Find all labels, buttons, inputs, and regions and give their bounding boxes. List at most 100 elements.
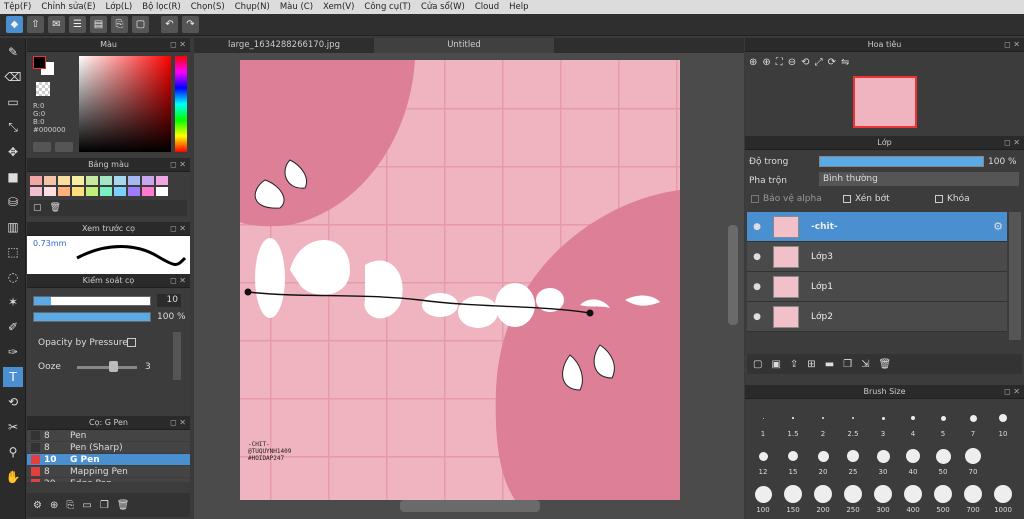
brush-size-cell[interactable]: 20 [809, 444, 837, 476]
new-palette-icon[interactable]: ▢ [33, 203, 42, 213]
eyedropper-icon[interactable]: ⚲ [3, 442, 23, 462]
navigator-thumbnail[interactable] [853, 76, 917, 128]
lock-checkbox[interactable] [935, 195, 943, 203]
add-layer-menu-icon[interactable]: ⊞ [807, 359, 815, 370]
blend-mode-select[interactable]: Bình thường [819, 172, 1019, 186]
palette-swatch[interactable] [114, 187, 126, 196]
fit-icon[interactable]: ⛶ [776, 57, 783, 68]
select-pen-icon[interactable]: ✐ [3, 317, 23, 337]
chat-icon[interactable]: ☰ [69, 16, 86, 33]
navigator-view[interactable] [745, 72, 1024, 136]
palette-swatch[interactable] [72, 176, 84, 185]
comment-icon[interactable]: ✉ [48, 16, 65, 33]
pen-tool-icon[interactable]: ✎ [3, 42, 23, 62]
palette-swatch[interactable] [86, 187, 98, 196]
clip-checkbox[interactable] [843, 195, 851, 203]
pick-color-button[interactable] [55, 142, 73, 152]
brush-size-cell[interactable]: 500 [929, 482, 957, 514]
palette-swatch[interactable] [156, 176, 168, 185]
brush-size-cell[interactable]: 2 [809, 406, 837, 438]
layer-folder-icon[interactable]: ▬ [825, 359, 834, 370]
layer-row[interactable]: ● -chit- ⚙ [747, 212, 1007, 242]
bucket-tool-icon[interactable]: ⛁ [3, 192, 23, 212]
artboard[interactable]: -CHIT- @TUQUYNH1409 #HOIDAP247 [240, 60, 680, 500]
zoom-out-icon[interactable]: ⊖ [788, 57, 796, 68]
palette-swatch[interactable] [58, 176, 70, 185]
reset-view-icon[interactable]: ⤢ [815, 57, 823, 68]
brush-size-cell[interactable]: 70 [959, 444, 987, 476]
brush-size-cell[interactable]: 200 [809, 482, 837, 514]
brush-size-cell[interactable]: 40 [899, 444, 927, 476]
add-brush-icon[interactable]: ⊕ [50, 500, 58, 511]
brush-size-cell[interactable]: 300 [869, 482, 897, 514]
palette-swatch[interactable] [30, 187, 42, 196]
brush-size-cell[interactable]: 3 [869, 406, 897, 438]
menu-item[interactable]: Lớp(L) [106, 2, 133, 12]
opacity-pressure-checkbox[interactable] [127, 338, 136, 347]
rotate-left-icon[interactable]: ⟲ [801, 57, 809, 68]
menu-item[interactable]: Help [509, 2, 528, 12]
lasso-draw-tool-icon[interactable]: ⤡ [3, 117, 23, 137]
magic-wand-icon[interactable]: ✶ [3, 292, 23, 312]
menu-item[interactable]: Công cụ(T) [364, 2, 411, 12]
menu-item[interactable]: Cloud [475, 2, 499, 12]
size-slider[interactable] [33, 296, 151, 306]
menu-item[interactable]: Chỉnh sửa(E) [41, 2, 95, 12]
hue-slider[interactable] [175, 56, 187, 152]
protect-alpha-checkbox[interactable] [751, 195, 759, 203]
menu-item[interactable]: Xem(V) [323, 2, 354, 12]
brush-size-cell[interactable]: 150 [779, 482, 807, 514]
brush-size-cell[interactable]: 5 [929, 406, 957, 438]
visibility-icon[interactable]: ● [747, 252, 767, 262]
menu-item[interactable]: Chọn(S) [191, 2, 225, 12]
zoom-in-icon[interactable]: ⊕ [749, 57, 757, 68]
saturation-box[interactable] [79, 56, 171, 152]
zoom-in-2-icon[interactable]: ⊕ [762, 57, 770, 68]
tab-untitled[interactable]: Untitled [374, 38, 554, 53]
brush-size-cell[interactable]: 1 [749, 406, 777, 438]
brush-list-item[interactable]: 8 Pen (Sharp) [27, 442, 190, 453]
undo-icon[interactable]: ↶ [161, 16, 178, 33]
menu-item[interactable]: Bộ lọc(R) [142, 2, 181, 12]
brush-list-item[interactable]: 20Edge Pen [27, 478, 190, 482]
palette-swatch[interactable] [44, 187, 56, 196]
brush-size-cell[interactable]: 7 [959, 406, 987, 438]
palette-swatch[interactable] [86, 176, 98, 185]
palette-swatch[interactable] [142, 187, 154, 196]
brush-size-cell[interactable]: 12 [749, 444, 777, 476]
delete-palette-icon[interactable]: 🗑 [50, 203, 61, 213]
layer-scrollbar[interactable] [1009, 212, 1021, 340]
gradient-tool-icon[interactable]: ▥ [3, 217, 23, 237]
brush-size-cell[interactable]: 1000 [989, 482, 1017, 514]
brush-size-cell[interactable]: 400 [899, 482, 927, 514]
redo-icon[interactable]: ↷ [182, 16, 199, 33]
visibility-icon[interactable]: ● [747, 222, 767, 232]
brush-settings-icon[interactable]: ⚙ [33, 500, 42, 511]
export-icon[interactable]: ⇧ [27, 16, 44, 33]
copy-brush-icon[interactable]: ⎘ [66, 500, 74, 511]
operation-tool-icon[interactable]: ⟲ [3, 392, 23, 412]
brush-list-item[interactable]: 8 Mapping Pen [27, 466, 190, 477]
brush-size-cell[interactable]: 30 [869, 444, 897, 476]
menu-item[interactable]: Màu (C) [280, 2, 313, 12]
size-value[interactable]: 10 [157, 294, 181, 307]
canvas-vertical-scrollbar[interactable] [728, 225, 738, 325]
brush-size-cell[interactable]: 15 [779, 444, 807, 476]
palette-swatch[interactable] [142, 176, 154, 185]
delete-brush-icon[interactable]: 🗑 [117, 500, 130, 511]
transparent-swatch[interactable] [36, 82, 50, 96]
save-icon[interactable]: ⎘ [111, 16, 128, 33]
menu-item[interactable]: Tệp(F) [4, 2, 31, 12]
layer-row[interactable]: ● Lớp1 [747, 272, 1007, 302]
move-tool-icon[interactable]: ✥ [3, 142, 23, 162]
palette-swatch[interactable] [156, 187, 168, 196]
brush-size-cell[interactable]: 100 [749, 482, 777, 514]
palette-swatch[interactable] [100, 187, 112, 196]
brush-size-cell[interactable]: 4 [899, 406, 927, 438]
document-icon[interactable]: ▤ [90, 16, 107, 33]
duplicate-layer-icon[interactable]: ❐ [843, 359, 852, 370]
brush-size-cell[interactable]: 50 [929, 444, 957, 476]
page-icon[interactable]: ▢ [132, 16, 149, 33]
flip-icon[interactable]: ⇋ [841, 57, 849, 68]
brush-list-item[interactable]: 10 G Pen [27, 454, 190, 465]
